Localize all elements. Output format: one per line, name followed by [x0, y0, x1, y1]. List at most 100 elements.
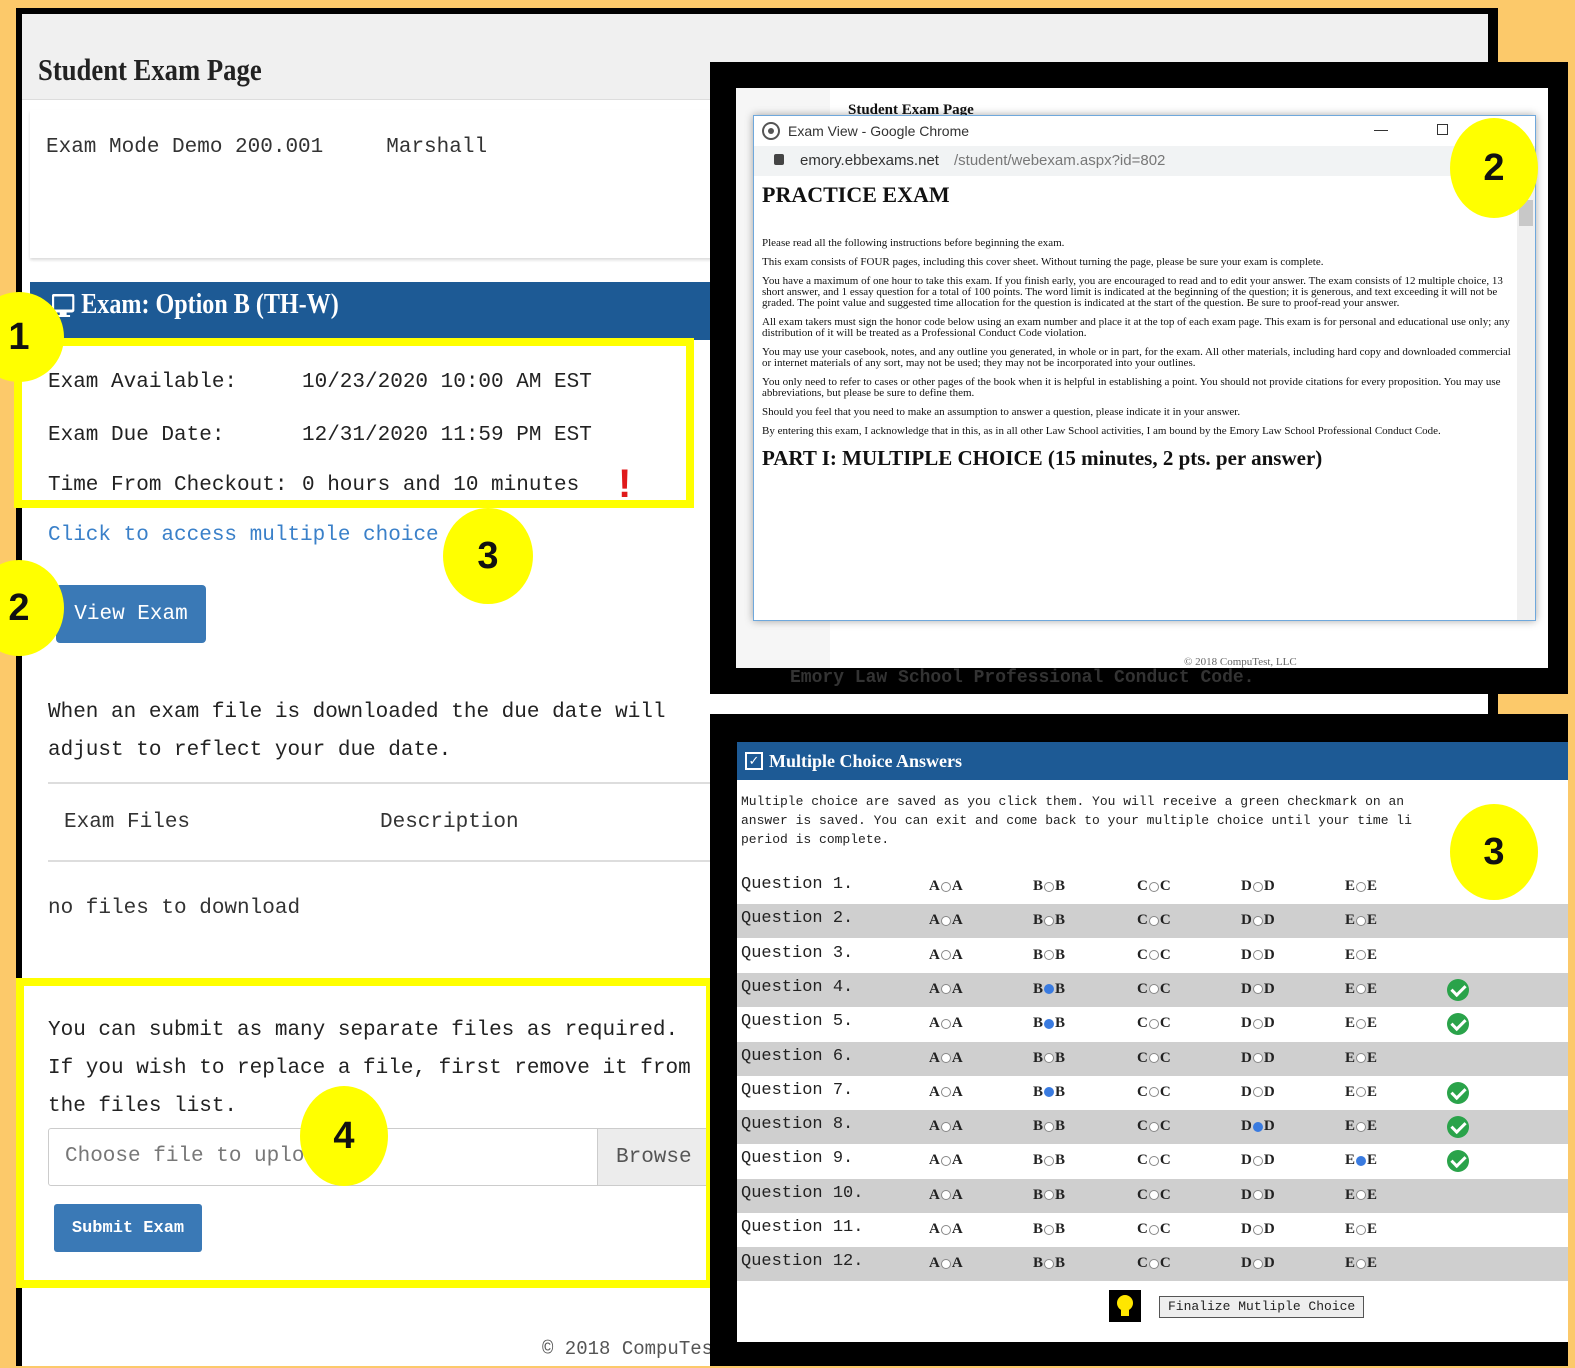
radio-button[interactable] — [1356, 1018, 1367, 1029]
radio-button[interactable] — [1356, 950, 1367, 961]
radio-button[interactable] — [1044, 1190, 1055, 1201]
answer-option[interactable]: BB — [1033, 1050, 1065, 1067]
radio-button[interactable] — [1044, 1258, 1055, 1269]
radio-button[interactable] — [1252, 1224, 1263, 1235]
radio-button[interactable] — [1044, 1121, 1055, 1132]
radio-button[interactable] — [1356, 915, 1367, 926]
radio-button[interactable] — [1044, 1155, 1055, 1166]
maximize-icon[interactable] — [1437, 124, 1448, 135]
answer-option[interactable]: EE — [1345, 1221, 1377, 1238]
answer-option[interactable]: AA — [929, 1050, 963, 1067]
radio-button[interactable] — [1148, 950, 1159, 961]
radio-button[interactable] — [940, 1087, 951, 1098]
answer-option[interactable]: AA — [929, 1118, 963, 1135]
answer-option[interactable]: DD — [1241, 1255, 1275, 1272]
answer-option[interactable]: EE — [1345, 878, 1377, 895]
radio-button[interactable] — [1148, 1155, 1159, 1166]
answer-option[interactable]: BB — [1033, 1255, 1065, 1272]
radio-button[interactable] — [940, 1224, 951, 1235]
radio-button[interactable] — [940, 1155, 951, 1166]
radio-button[interactable] — [1148, 915, 1159, 926]
answer-option[interactable]: AA — [929, 1187, 963, 1204]
answer-option[interactable]: CC — [1137, 1015, 1171, 1032]
answer-option[interactable]: EE — [1345, 1118, 1377, 1135]
radio-button[interactable] — [1148, 984, 1159, 995]
radio-button[interactable] — [1356, 881, 1367, 892]
radio-button[interactable] — [1044, 984, 1055, 995]
minimize-icon[interactable] — [1374, 130, 1388, 131]
radio-button[interactable] — [1148, 1121, 1159, 1132]
answer-option[interactable]: DD — [1241, 1015, 1275, 1032]
radio-button[interactable] — [1044, 881, 1055, 892]
answer-option[interactable]: AA — [929, 1152, 963, 1169]
answer-option[interactable]: DD — [1241, 1221, 1275, 1238]
radio-button[interactable] — [1148, 1053, 1159, 1063]
radio-button[interactable] — [1044, 1018, 1055, 1029]
radio-button[interactable] — [1252, 1018, 1263, 1029]
radio-button[interactable] — [1356, 1121, 1367, 1132]
radio-button[interactable] — [1252, 881, 1263, 892]
radio-button[interactable] — [1044, 1053, 1055, 1063]
answer-option[interactable]: AA — [929, 947, 963, 964]
answer-option[interactable]: DD — [1241, 981, 1275, 998]
answer-option[interactable]: CC — [1137, 912, 1171, 929]
radio-button[interactable] — [940, 984, 951, 995]
answer-option[interactable]: CC — [1137, 1255, 1171, 1272]
answer-option[interactable]: AA — [929, 878, 963, 895]
answer-option[interactable]: DD — [1241, 912, 1275, 929]
radio-button[interactable] — [1356, 1258, 1367, 1269]
answer-option[interactable]: AA — [929, 981, 963, 998]
answer-option[interactable]: DD — [1241, 947, 1275, 964]
answer-option[interactable]: AA — [929, 1255, 963, 1272]
chrome-title-bar[interactable]: Exam View - Google Chrome — [754, 116, 1535, 146]
answer-option[interactable]: CC — [1137, 1084, 1171, 1101]
radio-button[interactable] — [1148, 1224, 1159, 1235]
finalize-multiple-choice-button[interactable]: Finalize Mutliple Choice — [1159, 1296, 1365, 1318]
answer-option[interactable]: CC — [1137, 1118, 1171, 1135]
answer-option[interactable]: EE — [1345, 1084, 1377, 1101]
radio-button[interactable] — [1148, 881, 1159, 892]
answer-option[interactable]: DD — [1241, 1050, 1275, 1067]
radio-button[interactable] — [1044, 915, 1055, 926]
radio-button[interactable] — [940, 915, 951, 926]
answer-option[interactable]: EE — [1345, 981, 1377, 998]
radio-button[interactable] — [1252, 1121, 1263, 1132]
radio-button[interactable] — [1252, 1053, 1263, 1063]
answer-option[interactable]: DD — [1241, 1084, 1275, 1101]
answer-option[interactable]: EE — [1345, 912, 1377, 929]
answer-option[interactable]: CC — [1137, 1050, 1171, 1067]
answer-option[interactable]: DD — [1241, 1152, 1275, 1169]
answer-option[interactable]: EE — [1345, 1015, 1377, 1032]
radio-button[interactable] — [1252, 1155, 1263, 1166]
radio-button[interactable] — [1252, 915, 1263, 926]
answer-option[interactable]: CC — [1137, 1152, 1171, 1169]
radio-button[interactable] — [1356, 984, 1367, 995]
radio-button[interactable] — [1252, 950, 1263, 961]
answer-option[interactable]: CC — [1137, 1221, 1171, 1238]
answer-option[interactable]: CC — [1137, 878, 1171, 895]
answer-option[interactable]: BB — [1033, 1187, 1065, 1204]
answer-option[interactable]: CC — [1137, 1187, 1171, 1204]
radio-button[interactable] — [1044, 950, 1055, 961]
radio-button[interactable] — [1148, 1190, 1159, 1201]
radio-button[interactable] — [1148, 1258, 1159, 1269]
answer-option[interactable]: AA — [929, 912, 963, 929]
answer-option[interactable]: AA — [929, 1221, 963, 1238]
answer-option[interactable]: BB — [1033, 947, 1065, 964]
answer-option[interactable]: EE — [1345, 947, 1377, 964]
answer-option[interactable]: BB — [1033, 1015, 1065, 1032]
answer-option[interactable]: EE — [1345, 1152, 1377, 1169]
answer-option[interactable]: BB — [1033, 878, 1065, 895]
radio-button[interactable] — [940, 881, 951, 892]
answer-option[interactable]: EE — [1345, 1187, 1377, 1204]
answer-option[interactable]: DD — [1241, 878, 1275, 895]
radio-button[interactable] — [940, 1053, 951, 1063]
answer-option[interactable]: BB — [1033, 981, 1065, 998]
radio-button[interactable] — [940, 1018, 951, 1029]
radio-button[interactable] — [1252, 1258, 1263, 1269]
radio-button[interactable] — [1252, 984, 1263, 995]
radio-button[interactable] — [1044, 1087, 1055, 1098]
radio-button[interactable] — [1356, 1190, 1367, 1201]
answer-option[interactable]: AA — [929, 1015, 963, 1032]
address-bar[interactable]: emory.ebbexams.net /student/webexam.aspx… — [754, 146, 1535, 176]
